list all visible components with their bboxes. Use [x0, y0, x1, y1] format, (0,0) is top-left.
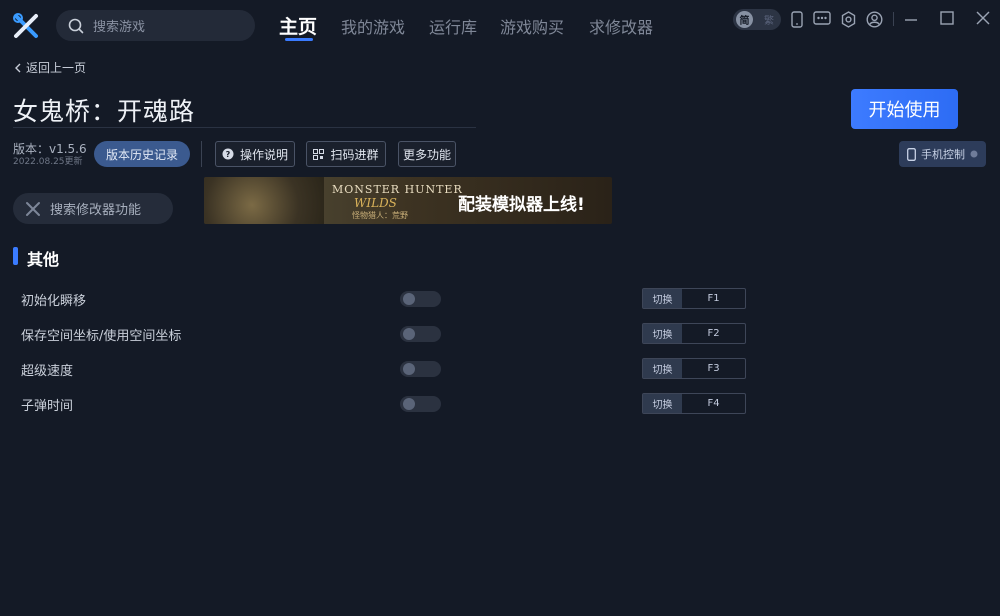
- help-label: 操作说明: [239, 147, 288, 162]
- version-info: 版本：v1.5.6 2022.08.25更新: [13, 143, 87, 169]
- hotkey-label: 切换: [643, 394, 682, 413]
- user-icon[interactable]: [865, 10, 883, 28]
- mod-row: 子弹时间 切换 F4: [0, 393, 1000, 415]
- hotkey-key: F1: [707, 293, 720, 304]
- chat-icon[interactable]: [813, 10, 831, 28]
- banner-sub-cn: 怪物猎人：荒野: [352, 211, 408, 220]
- update-date: 2022.08.25更新: [13, 157, 83, 167]
- mod-row: 初始化瞬移 切换 F1: [0, 288, 1000, 310]
- maximize-icon[interactable]: [938, 9, 956, 27]
- hotkey-label: 切换: [643, 359, 682, 378]
- more-features-button[interactable]: 更多功能: [398, 141, 456, 167]
- tab-home[interactable]: 主页: [279, 12, 317, 39]
- hotkey-label: 切换: [643, 289, 682, 308]
- scan-group-button[interactable]: 扫码进群: [306, 141, 386, 167]
- minimize-icon[interactable]: [902, 10, 920, 28]
- hotkey-binding[interactable]: 切换 F3: [642, 358, 746, 379]
- back-label: 返回上一页: [26, 61, 87, 75]
- mod-toggle[interactable]: [400, 291, 441, 307]
- active-tab-indicator: [285, 38, 313, 41]
- hotkey-binding[interactable]: 切换 F2: [642, 323, 746, 344]
- hotkey-label: 切换: [643, 324, 682, 343]
- toggle-knob: [403, 398, 415, 410]
- vertical-divider: [201, 141, 202, 167]
- hotkey-binding[interactable]: 切换 F4: [642, 393, 746, 414]
- search-placeholder: 搜索游戏: [93, 20, 146, 35]
- info-icon: [970, 150, 978, 158]
- mod-toggle[interactable]: [400, 396, 441, 412]
- tab-game-purchase[interactable]: 游戏购买: [500, 14, 564, 38]
- language-toggle[interactable]: 简 繁: [733, 9, 781, 30]
- language-toggle-knob: 简: [736, 11, 753, 28]
- phone-icon[interactable]: [788, 10, 806, 28]
- back-link[interactable]: 返回上一页: [14, 59, 86, 76]
- tab-request-trainer[interactable]: 求修改器: [589, 14, 653, 38]
- language-toggle-alt: 繁: [764, 16, 774, 27]
- hotkey-key: F4: [707, 398, 720, 409]
- hotkey-binding[interactable]: 切换 F1: [642, 288, 746, 309]
- tab-runtime[interactable]: 运行库: [429, 14, 477, 38]
- chevron-left-icon: [15, 63, 21, 72]
- banner-brand: MONSTER HUNTER: [332, 183, 463, 196]
- mod-row: 超级速度 切换 F3: [0, 358, 1000, 380]
- mod-name: 初始化瞬移: [21, 294, 87, 309]
- version-number: 版本：v1.5.6: [13, 142, 87, 156]
- game-title: 女鬼桥：开魂路: [13, 97, 196, 126]
- tools-icon: [26, 201, 40, 216]
- start-button[interactable]: 开始使用: [851, 89, 958, 129]
- question-icon: ?: [222, 148, 234, 160]
- title-divider: [13, 127, 476, 128]
- mod-search-placeholder: 搜索修改器功能: [50, 203, 142, 218]
- mod-row: 保存空间坐标/使用空间坐标 切换 F2: [0, 323, 1000, 345]
- banner-artwork: [204, 177, 324, 224]
- banner-slogan: 配装模拟器上线!: [458, 195, 585, 215]
- promo-banner[interactable]: MONSTER HUNTER WILDS 怪物猎人：荒野 配装模拟器上线!: [204, 177, 612, 224]
- close-icon[interactable]: [974, 9, 992, 27]
- mod-toggle[interactable]: [400, 361, 441, 377]
- search-icon: [68, 18, 84, 33]
- phone-control-label: 手机控制: [921, 148, 965, 161]
- settings-icon[interactable]: [839, 10, 857, 28]
- toggle-knob: [403, 293, 415, 305]
- qr-code-icon: [313, 148, 325, 160]
- phone-control-button[interactable]: 手机控制: [899, 141, 986, 167]
- mod-search-input[interactable]: 搜索修改器功能: [13, 193, 173, 224]
- banner-subtitle: WILDS: [354, 196, 397, 210]
- toggle-knob: [403, 363, 415, 375]
- version-history-button[interactable]: 版本历史记录: [94, 141, 190, 167]
- toolbar-divider: [893, 12, 894, 26]
- svg-text:?: ?: [226, 150, 231, 159]
- toggle-knob: [403, 328, 415, 340]
- mod-name: 子弹时间: [21, 399, 74, 414]
- section-accent: [13, 247, 18, 265]
- tab-my-games[interactable]: 我的游戏: [341, 14, 405, 38]
- scan-label: 扫码进群: [330, 147, 379, 162]
- game-search-input[interactable]: 搜索游戏: [56, 10, 255, 41]
- mod-toggle[interactable]: [400, 326, 441, 342]
- help-button[interactable]: ? 操作说明: [215, 141, 295, 167]
- hotkey-key: F2: [707, 328, 720, 339]
- section-title: 其他: [27, 250, 60, 269]
- hotkey-key: F3: [707, 363, 720, 374]
- app-logo: [12, 12, 40, 40]
- mod-name: 保存空间坐标/使用空间坐标: [21, 329, 182, 344]
- phone-icon: [907, 147, 916, 161]
- mod-name: 超级速度: [21, 364, 74, 379]
